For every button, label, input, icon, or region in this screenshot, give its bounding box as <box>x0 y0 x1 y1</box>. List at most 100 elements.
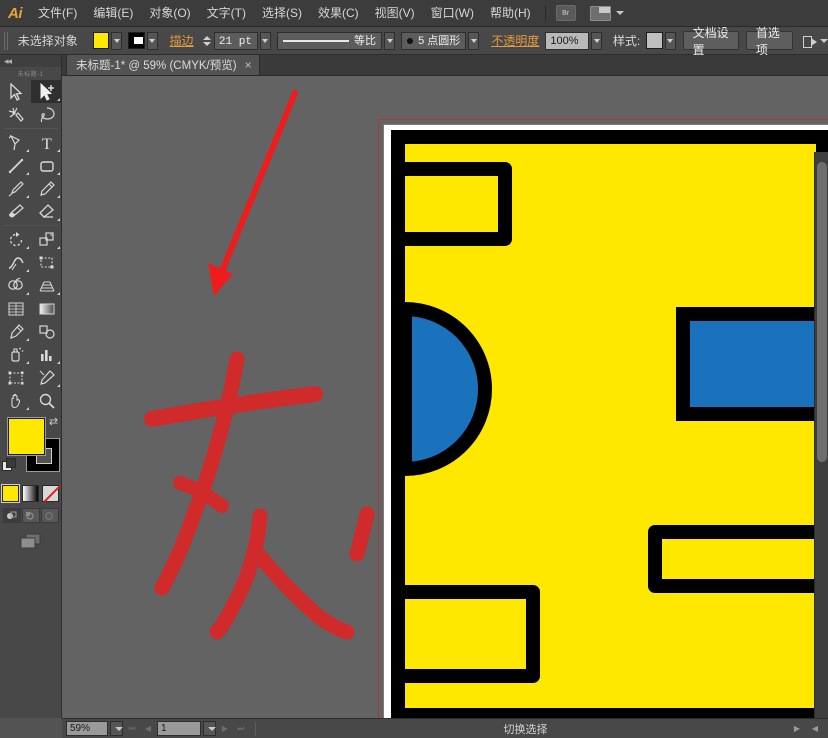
menu-object[interactable]: 对象(O) <box>141 0 198 27</box>
document-tab-bar: 未标题-1* @ 59% (CMYK/预览) × <box>62 54 828 76</box>
menu-edit[interactable]: 编辑(E) <box>85 0 141 27</box>
screen-mode-button[interactable] <box>0 531 61 551</box>
gradient-tool[interactable] <box>31 297 62 320</box>
stroke-weight-label[interactable]: 描边 <box>170 32 194 49</box>
handwritten-character-annotation <box>144 351 375 640</box>
draw-inside-button[interactable] <box>40 508 59 523</box>
color-mode-button[interactable] <box>2 485 19 502</box>
fill-color-swatch[interactable] <box>92 32 110 49</box>
blend-tool[interactable] <box>31 320 62 343</box>
selection-tool[interactable] <box>0 80 31 103</box>
stroke-weight-dropdown[interactable] <box>259 31 271 50</box>
magic-wand-tool[interactable] <box>0 103 31 126</box>
status-text: 切换选择 <box>503 723 548 736</box>
draw-behind-button[interactable] <box>21 508 40 523</box>
preferences-button[interactable]: 首选项 <box>745 26 793 57</box>
control-bar-grip[interactable] <box>4 31 8 50</box>
opacity-dropdown[interactable] <box>591 31 603 50</box>
free-transform-tool[interactable] <box>31 251 62 274</box>
brush-definition-dropdown[interactable] <box>468 31 480 50</box>
close-icon[interactable]: × <box>245 59 252 71</box>
document-setup-button[interactable]: 文档设置 <box>682 26 739 57</box>
slice-tool[interactable] <box>31 366 62 389</box>
hand-tool[interactable] <box>0 389 31 412</box>
pen-tool[interactable] <box>0 131 31 154</box>
rotate-tool[interactable] <box>0 228 31 251</box>
menu-file[interactable]: 文件(F) <box>30 0 85 27</box>
workspace-switcher-icon[interactable] <box>589 5 611 21</box>
line-segment-tool[interactable] <box>0 154 31 177</box>
opacity-input[interactable]: 100% <box>545 31 590 50</box>
vertical-scrollbar[interactable] <box>814 152 828 718</box>
eyedropper-tool[interactable] <box>0 320 31 343</box>
fill-swatch-dropdown[interactable] <box>111 31 123 50</box>
zoom-level-dropdown[interactable] <box>110 721 123 736</box>
scale-tool[interactable] <box>31 228 62 251</box>
column-graph-tool[interactable] <box>31 343 62 366</box>
mesh-tool[interactable] <box>0 297 31 320</box>
stroke-weight-input[interactable]: 21 pt <box>213 31 258 50</box>
tools-divider <box>4 128 58 129</box>
pencil-tool[interactable] <box>31 177 62 200</box>
artboard-tool[interactable] <box>0 366 31 389</box>
symbol-sprayer-tool[interactable] <box>0 343 31 366</box>
blob-brush-tool[interactable] <box>0 200 31 223</box>
page-number-dropdown[interactable] <box>203 721 216 736</box>
menu-view[interactable]: 视图(V) <box>367 0 423 27</box>
width-tool[interactable] <box>0 251 31 274</box>
opacity-label[interactable]: 不透明度 <box>491 32 539 49</box>
rectangle-tool[interactable] <box>31 154 62 177</box>
swap-fill-stroke-icon[interactable]: ⇄ <box>47 416 60 429</box>
stroke-profile-label: 等比 <box>354 34 376 47</box>
eraser-tool[interactable] <box>31 200 62 223</box>
gradient-mode-button[interactable] <box>22 485 39 502</box>
app-logo-icon: Ai <box>8 4 23 22</box>
document-tab[interactable]: 未标题-1* @ 59% (CMYK/预览) × <box>66 54 260 75</box>
menu-window[interactable]: 窗口(W) <box>423 0 482 27</box>
first-page-icon[interactable]: ⏮ <box>125 721 139 736</box>
type-tool[interactable]: T <box>31 131 62 154</box>
menu-select[interactable]: 选择(S) <box>254 0 310 27</box>
fill-swatch-large[interactable] <box>8 418 45 455</box>
stroke-color-swatch[interactable] <box>128 32 145 49</box>
tools-panel-title: 未标题-1 <box>17 72 44 78</box>
menu-type[interactable]: 文字(T) <box>199 0 254 27</box>
vertical-scrollbar-thumb[interactable] <box>817 162 827 462</box>
lasso-tool[interactable] <box>31 103 62 126</box>
none-mode-button[interactable] <box>42 485 59 502</box>
menu-effect[interactable]: 效果(C) <box>310 0 367 27</box>
draw-normal-button[interactable] <box>2 508 21 523</box>
graphic-style-dropdown[interactable] <box>664 31 676 50</box>
control-bar: 未选择对象 描边 21 pt 等比 5 点圆形 不透明度 100% 样式: 文档… <box>0 26 828 57</box>
tools-panel-collapse[interactable]: ◂◂ <box>0 55 61 67</box>
stroke-profile-preview-icon <box>283 39 349 42</box>
stroke-weight-stepper[interactable] <box>202 32 211 50</box>
menu-help[interactable]: 帮助(H) <box>482 0 539 27</box>
stroke-profile-select[interactable]: 等比 <box>277 31 382 50</box>
canvas-area[interactable] <box>62 76 828 718</box>
zoom-level-input[interactable]: 59% <box>66 721 108 736</box>
zoom-tool[interactable] <box>31 389 62 412</box>
blue-rect-right[interactable] <box>676 307 828 421</box>
align-transform-icon[interactable] <box>802 34 818 48</box>
last-page-icon[interactable]: ⏭ <box>234 721 248 736</box>
graphic-style-swatch[interactable] <box>646 32 663 49</box>
control-bar-overflow-chevron-icon[interactable] <box>820 38 828 43</box>
next-page-icon[interactable]: ▶ <box>218 721 232 736</box>
shape-builder-tool[interactable] <box>0 274 31 297</box>
chevron-down-icon[interactable] <box>615 11 624 15</box>
perspective-grid-tool[interactable] <box>31 274 62 297</box>
artwork-group[interactable] <box>383 124 828 718</box>
direct-selection-tool[interactable] <box>31 80 62 103</box>
bridge-icon[interactable]: Br <box>555 5 576 21</box>
paintbrush-tool[interactable] <box>0 177 31 200</box>
stroke-profile-dropdown[interactable] <box>384 31 396 50</box>
brush-definition-select[interactable]: 5 点圆形 <box>401 31 467 50</box>
stroke-swatch-dropdown[interactable] <box>146 31 158 50</box>
page-number-input[interactable]: 1 <box>157 721 201 736</box>
collapse-chevron-icon[interactable]: ◂◂ <box>4 56 12 67</box>
default-fill-stroke-icon[interactable] <box>2 458 16 471</box>
prev-page-icon[interactable]: ◀ <box>141 721 155 736</box>
status-prev-icon[interactable]: ◀ <box>808 721 822 736</box>
status-next-icon[interactable]: ▶ <box>790 721 804 736</box>
